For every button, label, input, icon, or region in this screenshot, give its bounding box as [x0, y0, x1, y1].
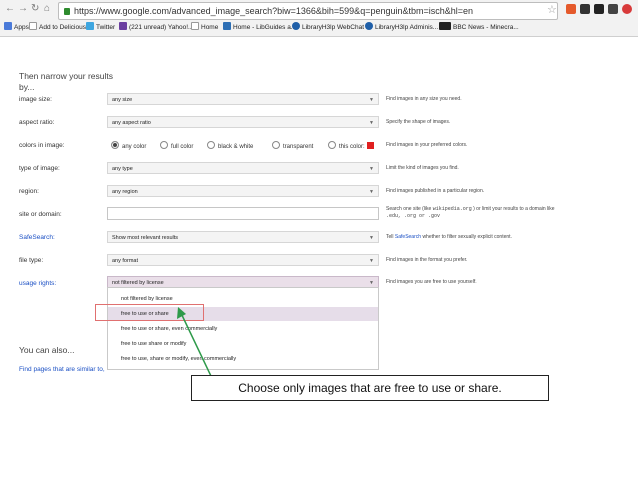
apps-icon: [4, 22, 12, 30]
safesearch-select[interactable]: Show most relevant results ▼: [107, 231, 379, 243]
colors-label: colors in image:: [19, 142, 65, 149]
twitter-icon: [86, 22, 94, 30]
type-hint: Limit the kind of images you find.: [386, 165, 459, 171]
region-select[interactable]: any region ▼: [107, 185, 379, 197]
region-hint: Find images published in a particular re…: [386, 188, 485, 194]
extension-icon[interactable]: [580, 4, 590, 14]
radio-icon: [328, 141, 336, 149]
radio-any-color[interactable]: any color: [111, 141, 146, 150]
bookmark-star-icon[interactable]: ☆: [547, 3, 557, 16]
back-icon[interactable]: ←: [5, 3, 15, 14]
bookmark-bbc[interactable]: BBC News - Minecra...: [439, 22, 519, 34]
chevron-down-icon: ▼: [369, 189, 374, 195]
bookmark-delicious[interactable]: Add to Delicious: [29, 22, 86, 34]
site-label: site or domain:: [19, 211, 62, 218]
bookmark-apps[interactable]: Apps: [4, 22, 29, 34]
page-icon: [29, 22, 37, 30]
chevron-down-icon: ▼: [369, 166, 374, 172]
arrow-head-icon: [177, 307, 186, 319]
radio-icon: [272, 141, 280, 149]
bookmark-home[interactable]: Home: [191, 22, 218, 34]
image-size-label: image size:: [19, 96, 52, 103]
bookmark-libraryh3lp-admin[interactable]: LibraryH3lp Adminis...: [365, 22, 438, 34]
chat-icon: [292, 22, 300, 30]
reload-icon[interactable]: ↻: [31, 3, 39, 14]
chat-icon: [365, 22, 373, 30]
mail-icon: [119, 22, 127, 30]
similar-pages-link[interactable]: Find pages that are similar to,: [19, 366, 105, 373]
you-can-also-heading: You can also...: [19, 345, 75, 355]
url-text: https://www.google.com/advanced_image_se…: [74, 6, 474, 16]
bbc-icon: [439, 22, 451, 30]
colors-hint: Find images in your preferred colors.: [386, 142, 468, 148]
file-type-label: file type:: [19, 257, 44, 264]
file-type-select[interactable]: any format ▼: [107, 254, 379, 266]
safesearch-hint: Tell SafeSearch whether to filter sexual…: [386, 234, 512, 240]
radio-full-color[interactable]: full color: [160, 141, 193, 150]
radio-selected-icon: [111, 141, 119, 149]
section-title: Then narrow your results by...: [19, 71, 114, 92]
aspect-ratio-hint: Specify the shape of images.: [386, 119, 451, 125]
bookmark-yahoo[interactable]: (221 unread) Yahoo!...: [119, 22, 193, 34]
usage-option[interactable]: not filtered by license: [121, 296, 173, 302]
bookmark-twitter[interactable]: Twitter: [86, 22, 115, 34]
radio-this-color[interactable]: this color:: [328, 141, 374, 150]
site-input[interactable]: [107, 207, 379, 220]
bookmark-libguides[interactable]: Home - LibGuides a...: [223, 22, 296, 34]
radio-black-white[interactable]: black & white: [207, 141, 253, 150]
safesearch-link[interactable]: SafeSearch: [395, 234, 421, 240]
home-icon[interactable]: ⌂: [44, 3, 50, 14]
instruction-caption: Choose only images that are free to use …: [191, 375, 549, 401]
extension-icon[interactable]: [594, 4, 604, 14]
address-bar[interactable]: https://www.google.com/advanced_image_se…: [58, 2, 558, 20]
type-label: type of image:: [19, 165, 60, 172]
extension-icon[interactable]: [566, 4, 576, 14]
bookmark-libraryh3lp-webchat[interactable]: LibraryH3lp WebChat: [292, 22, 364, 34]
radio-transparent[interactable]: transparent: [272, 141, 313, 150]
image-size-hint: Find images in any size you need.: [386, 96, 462, 102]
safesearch-label[interactable]: SafeSearch:: [19, 234, 55, 241]
file-type-hint: Find images in the format you prefer.: [386, 257, 468, 263]
usage-rights-hint: Find images you are free to use yourself…: [386, 279, 477, 285]
chevron-down-icon: ▼: [369, 235, 374, 241]
forward-icon[interactable]: →: [18, 3, 28, 14]
libguides-icon: [223, 22, 231, 30]
chevron-down-icon: ▼: [369, 97, 374, 103]
image-size-select[interactable]: any size ▼: [107, 93, 379, 105]
extension-icon[interactable]: [622, 4, 632, 14]
radio-icon: [160, 141, 168, 149]
aspect-ratio-label: aspect ratio:: [19, 119, 55, 126]
lock-icon: [64, 8, 70, 15]
region-label: region:: [19, 188, 39, 195]
site-hint: Search one site (like wikipedia.org ) or…: [386, 206, 555, 219]
extension-icon[interactable]: [608, 4, 618, 14]
usage-rights-label[interactable]: usage rights:: [19, 280, 56, 287]
type-select[interactable]: any type ▼: [107, 162, 379, 174]
page-icon: [191, 22, 199, 30]
radio-icon: [207, 141, 215, 149]
aspect-ratio-select[interactable]: any aspect ratio ▼: [107, 116, 379, 128]
color-swatch[interactable]: [366, 142, 374, 149]
chevron-down-icon: ▼: [369, 258, 374, 264]
chevron-down-icon: ▼: [369, 120, 374, 126]
